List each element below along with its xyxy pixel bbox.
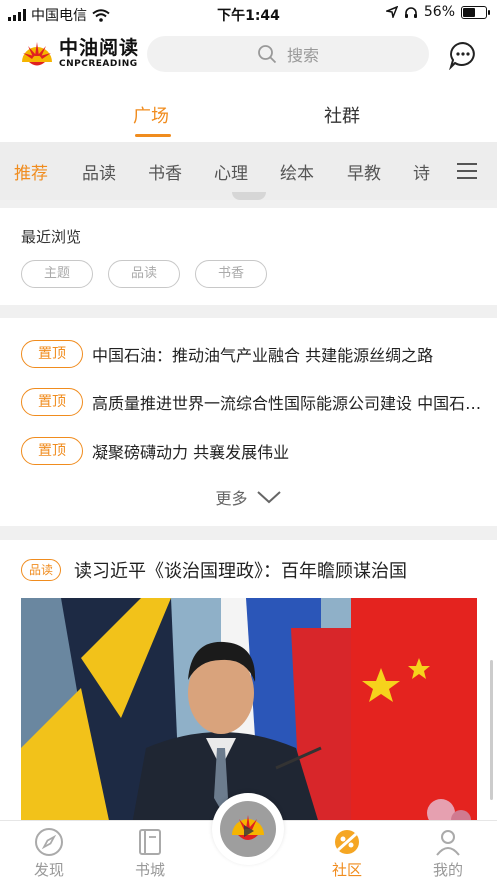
app-header: 中油阅读 CNPCREADING 搜索 (0, 28, 497, 82)
pinned-section: 置顶 中国石油：推动油气产业融合 共建能源丝绸之路 置顶 高质量推进世界一流综合… (0, 318, 497, 526)
logo-subtitle: CNPCREADING (59, 58, 138, 69)
nav-community-label: 社区 (331, 861, 362, 879)
article-card[interactable]: 品读 读习近平《谈治国理政》：百年瞻顾谋治国 (0, 540, 497, 830)
battery-icon (461, 5, 490, 19)
center-button-face (220, 801, 276, 857)
scrollbar[interactable] (490, 660, 493, 800)
category-bar-notch (232, 192, 266, 200)
app-logo: 中油阅读 CNPCREADING (20, 36, 139, 70)
nav-bookstore-label: 书城 (134, 861, 165, 879)
center-play-button[interactable] (212, 793, 284, 865)
category-pindu[interactable]: 品读 (82, 159, 116, 184)
pinned-badge: 置顶 (21, 437, 83, 465)
status-right: 56% (385, 4, 490, 20)
cnpc-logo-icon (232, 815, 264, 840)
tab-community-group[interactable]: 社群 (324, 102, 360, 128)
logo-text: 中油阅读 CNPCREADING (59, 37, 139, 70)
pinned-title: 高质量推进世界一流综合性国际能源公司建设 中国石油天然气集团有限公司 (92, 394, 491, 413)
battery-percent: 56% (423, 4, 455, 20)
message-icon[interactable] (448, 40, 478, 70)
nav-mine-label: 我的 (432, 861, 463, 879)
app-screen: 中国电信 下午1:44 56% 中油阅读 CNPCREADING 搜索 广场 社… (0, 0, 497, 883)
pinned-item[interactable]: 置顶 凝聚磅礴动力 共襄发展伟业 (21, 437, 491, 465)
book-icon (139, 829, 161, 855)
search-bar[interactable]: 搜索 (147, 36, 429, 72)
pinned-title: 中国石油：推动油气产业融合 共建能源丝绸之路 (92, 346, 434, 365)
nav-bookstore[interactable]: 书城 (120, 827, 180, 880)
article-badge: 品读 (21, 559, 61, 581)
logo-title: 中油阅读 (59, 36, 140, 59)
category-picture-book[interactable]: 绘本 (280, 159, 314, 184)
search-placeholder: 搜索 (286, 46, 319, 65)
headphones-icon (404, 6, 417, 18)
tab-plaza[interactable]: 广场 (133, 102, 169, 128)
more-button[interactable]: 更多 (0, 485, 497, 509)
pinned-badge: 置顶 (21, 340, 83, 368)
more-label: 更多 (215, 489, 248, 508)
cnpc-logo-icon (22, 42, 52, 66)
main-tabs: 广场 社群 (0, 82, 497, 142)
article-title: 读习近平《谈治国理政》：百年瞻顾谋治国 (74, 561, 407, 582)
compass-icon (35, 828, 63, 856)
recent-chip-shuxiang[interactable]: 书香 (195, 260, 267, 288)
category-recommend[interactable]: 推荐 (14, 159, 48, 184)
category-shuxiang[interactable]: 书香 (148, 159, 182, 184)
pinned-badge: 置顶 (21, 388, 83, 416)
nav-community[interactable]: 社区 (317, 827, 377, 880)
category-poetry[interactable]: 诗 (413, 159, 430, 184)
recent-section: 最近浏览 主题 品读 书香 (0, 208, 497, 305)
recent-chip-pindu[interactable]: 品读 (108, 260, 180, 288)
nav-discover-label: 发现 (33, 861, 64, 879)
community-icon (335, 830, 359, 854)
chevron-down-icon (256, 491, 281, 504)
status-bar: 中国电信 下午1:44 56% (0, 0, 497, 28)
user-icon (436, 830, 460, 856)
recent-title: 最近浏览 (21, 228, 82, 246)
search-icon (258, 45, 277, 64)
pinned-item[interactable]: 置顶 中国石油：推动油气产业融合 共建能源丝绸之路 (21, 340, 491, 368)
location-icon (385, 6, 398, 18)
pinned-item[interactable]: 置顶 高质量推进世界一流综合性国际能源公司建设 中国石油天然气集团有限公司 (21, 388, 491, 416)
nav-mine[interactable]: 我的 (418, 827, 478, 880)
category-psychology[interactable]: 心理 (214, 159, 248, 184)
recent-chip-topic[interactable]: 主题 (21, 260, 93, 288)
pinned-title: 凝聚磅礴动力 共襄发展伟业 (92, 443, 290, 462)
active-tab-indicator (135, 134, 171, 137)
category-menu-icon[interactable] (457, 163, 477, 179)
category-early-education[interactable]: 早教 (347, 159, 381, 184)
nav-discover[interactable]: 发现 (19, 827, 79, 880)
